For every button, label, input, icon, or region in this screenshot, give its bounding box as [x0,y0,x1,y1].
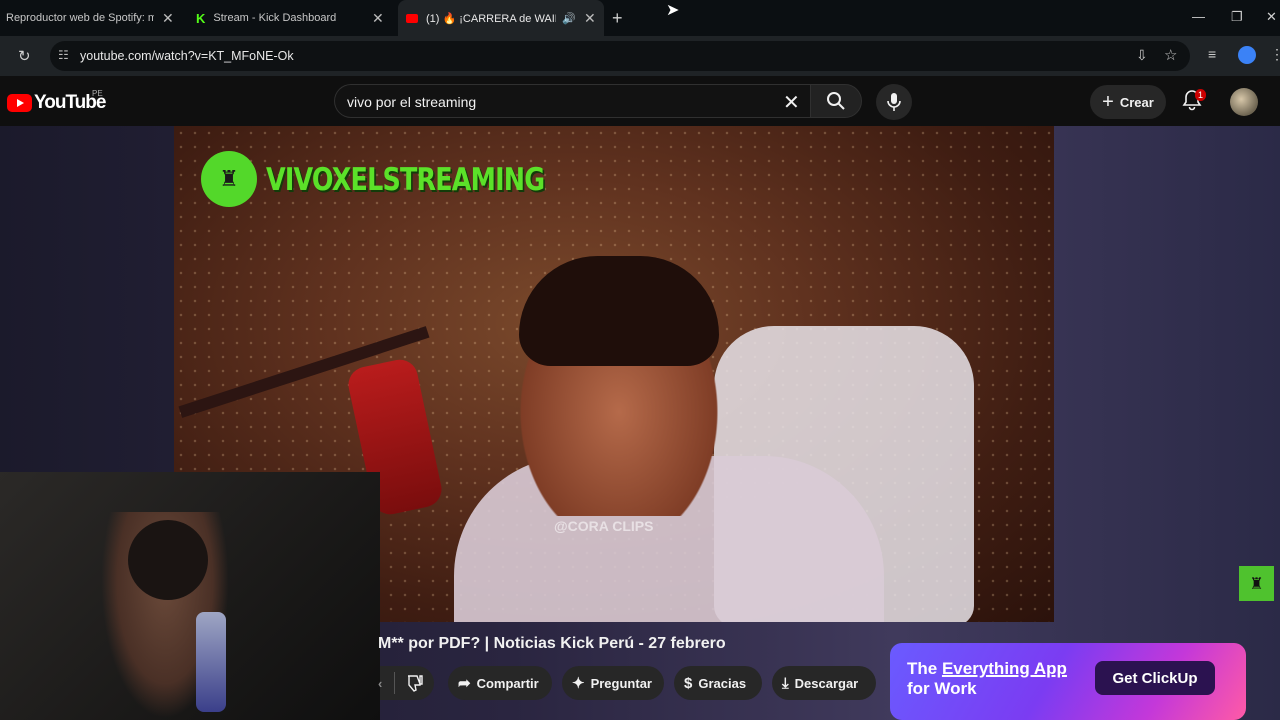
region-code: PE [92,89,103,98]
search-input[interactable] [347,94,767,110]
site-info-icon[interactable]: ☷ [58,48,69,62]
window-close-icon[interactable]: ✕ [1266,9,1277,25]
youtube-tab-icon [406,13,418,23]
download-button[interactable]: ⤓ Descargar [772,666,876,700]
tab-title: Reproductor web de Spotify: m [6,12,154,24]
close-icon[interactable]: ✕ [372,10,384,27]
mouse-cursor-icon: ➤ [666,2,680,19]
menu-icon[interactable]: ⋮ [1270,46,1280,63]
reload-icon[interactable]: ↻ [18,47,31,65]
channel-overlay-name: VIVOXELSTREAMING [266,162,545,198]
profile-icon[interactable] [1238,46,1256,64]
tab-kick-dashboard[interactable]: K Stream - Kick Dashboard ✕ [190,0,390,36]
channel-overlay-logo: ♜ [201,151,257,207]
microphone-icon [887,93,901,111]
sparkle-icon: ✦ [572,675,585,692]
plus-icon: + [1102,90,1114,113]
share-icon: ➦ [458,675,471,692]
kick-icon: K [196,10,206,26]
ad-headline-emphasis: Everything App [941,659,1067,678]
tab-title: (1) 🔥 ¡CARRERA de WAIFU [426,12,556,25]
thanks-button[interactable]: $ Gracias [674,666,762,700]
url-text: youtube.com/watch?v=KT_MFoNE-Ok [80,49,294,63]
download-icon: ⤓ [782,674,789,692]
ad-headline-suffix: for Work [907,679,977,698]
minimize-icon[interactable]: — [1192,9,1205,24]
install-icon[interactable]: ⇩ [1136,47,1148,64]
bookmark-star-icon[interactable]: ☆ [1164,46,1177,64]
webcam-head [128,520,208,600]
clip-watermark: @CORA CLIPS [554,518,654,534]
share-label: Compartir [476,675,539,691]
account-avatar[interactable] [1230,88,1258,116]
search-icon [827,92,845,110]
ad-headline: The Everything App for Work [907,659,1087,699]
webcam-bottle [196,612,226,712]
share-button[interactable]: ➦ Compartir [448,666,552,700]
restore-icon[interactable]: ❐ [1231,9,1243,25]
webcam-overlay [0,472,380,720]
dislike-button[interactable]: ‹ [378,666,434,700]
youtube-logo[interactable]: YouTube [7,92,106,114]
voice-search-button[interactable] [876,84,912,120]
browser-tab-bar: Reproductor web de Spotify: m ✕ K Stream… [0,0,1280,36]
tab-spotify[interactable]: Reproductor web de Spotify: m ✕ [0,0,180,36]
search-button[interactable] [810,84,862,118]
youtube-header: YouTube PE ✕ + Crear 1 [0,76,1280,126]
clickup-ad-banner[interactable]: The Everything App for Work Get ClickUp [890,643,1246,720]
new-tab-button[interactable]: + [612,8,623,29]
tab-title: Stream - Kick Dashboard [213,12,337,24]
clear-search-icon[interactable]: ✕ [783,90,800,115]
address-bar[interactable]: ☷ youtube.com/watch?v=KT_MFoNE-Ok [50,41,1190,71]
video-frame-hair [519,256,719,366]
create-label: Crear [1119,94,1154,110]
ad-cta-button[interactable]: Get ClickUp [1095,661,1215,695]
super-thanks-icon: $ [684,674,693,692]
close-icon[interactable]: ✕ [162,10,174,27]
notification-badge: 1 [1195,89,1207,101]
speaker-icon: 🔊 [562,12,576,25]
like-edge: ‹ [378,675,383,691]
floating-channel-logo: ♜ [1239,566,1274,601]
youtube-play-icon [7,94,32,112]
thumbs-down-icon [408,675,424,692]
browser-toolbar: ↻ ☷ youtube.com/watch?v=KT_MFoNE-Ok ⇩ ☆ … [0,36,1280,76]
ask-button[interactable]: ✦ Preguntar [562,666,664,700]
divider [394,672,396,694]
create-button[interactable]: + Crear [1090,85,1166,119]
close-icon[interactable]: ✕ [584,10,596,27]
thanks-label: Gracias [698,675,747,691]
video-title: M** por PDF? | Noticias Kick Perú - 27 f… [378,635,726,652]
media-controls-icon[interactable]: ≡ [1208,46,1216,62]
search-box: ✕ [334,84,810,118]
tab-youtube[interactable]: (1) 🔥 ¡CARRERA de WAIFU 🔊 ✕ [398,0,604,36]
ad-headline-prefix: The [907,659,942,678]
download-label: Descargar [794,675,859,691]
ask-label: Preguntar [590,675,652,691]
